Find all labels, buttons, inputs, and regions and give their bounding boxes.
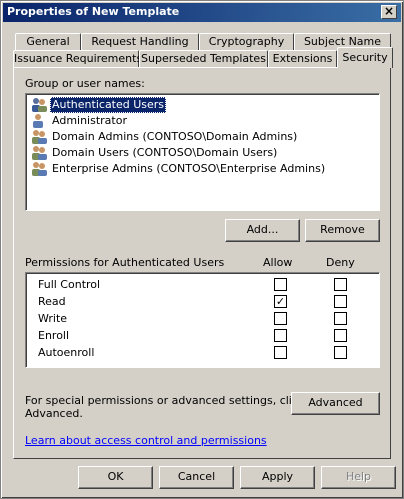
permission-row-full-control: Full Control — [26, 277, 379, 294]
tab-request-handling[interactable]: Request Handling — [81, 33, 199, 51]
list-item-label: Administrator — [52, 114, 127, 127]
advanced-button[interactable]: Advanced — [291, 392, 380, 415]
close-button[interactable]: × — [381, 5, 397, 19]
list-item-label: Enterprise Admins (CONTOSO\Enterprise Ad… — [52, 162, 326, 175]
permission-name: Enroll — [38, 329, 70, 342]
tab-extensions[interactable]: Extensions — [268, 50, 337, 68]
tab-label: Request Handling — [91, 35, 189, 48]
tab-label: General — [26, 35, 70, 48]
list-item[interactable]: Authenticated Users — [30, 97, 377, 113]
permission-row-enroll: Enroll — [26, 328, 379, 345]
allow-header: Allow — [263, 256, 293, 269]
ok-button[interactable]: OK — [78, 466, 153, 489]
allow-autoenroll-checkbox[interactable] — [274, 346, 287, 359]
tab-label: Superseded Templates — [141, 52, 266, 65]
tab-label: Extensions — [272, 52, 333, 65]
tab-cryptography[interactable]: Cryptography — [199, 33, 294, 51]
permission-row-autoenroll: Autoenroll — [26, 345, 379, 362]
tab-superseded-templates[interactable]: Superseded Templates — [139, 50, 268, 68]
tab-issuance-requirements[interactable]: Issuance Requirements — [13, 50, 143, 68]
permissions-list: Full Control Read ✓ Write Enroll Autoenr… — [25, 272, 380, 368]
properties-dialog: Properties of New Template × General Req… — [0, 0, 404, 499]
user-group-icon — [32, 146, 47, 160]
deny-header: Deny — [326, 256, 355, 269]
deny-write-checkbox[interactable] — [334, 312, 347, 325]
help-button[interactable]: Help — [321, 466, 396, 489]
add-button[interactable]: Add... — [225, 219, 300, 242]
tab-label: Security — [342, 51, 388, 64]
user-group-icon — [32, 98, 47, 112]
list-item[interactable]: Domain Admins (CONTOSO\Domain Admins) — [30, 129, 377, 145]
user-group-icon — [32, 162, 47, 176]
list-item-label: Domain Admins (CONTOSO\Domain Admins) — [52, 130, 298, 143]
user-icon — [33, 114, 43, 128]
permissions-label: Permissions for Authenticated Users — [25, 256, 225, 269]
list-item-label: Domain Users (CONTOSO\Domain Users) — [52, 146, 278, 159]
user-group-icon — [32, 130, 47, 144]
groups-label: Group or user names: — [25, 77, 145, 90]
tab-label: Issuance Requirements — [14, 52, 143, 65]
permission-row-write: Write — [26, 311, 379, 328]
allow-full-control-checkbox[interactable] — [274, 278, 287, 291]
permission-name: Read — [38, 295, 66, 308]
window-title: Properties of New Template — [7, 5, 180, 18]
deny-full-control-checkbox[interactable] — [334, 278, 347, 291]
security-tab-panel: Group or user names: Authenticated Users… — [13, 67, 391, 459]
group-user-list[interactable]: Authenticated Users Administrator Domain… — [25, 93, 380, 211]
learn-access-control-link[interactable]: Learn about access control and permissio… — [25, 434, 267, 447]
deny-read-checkbox[interactable] — [334, 295, 347, 308]
allow-write-checkbox[interactable] — [274, 312, 287, 325]
allow-read-checkbox[interactable]: ✓ — [274, 295, 287, 308]
tab-security[interactable]: Security — [337, 47, 393, 68]
cancel-button[interactable]: Cancel — [159, 466, 234, 489]
special-permissions-text-line2: Advanced. — [25, 407, 83, 420]
tab-label: Cryptography — [208, 35, 285, 48]
list-item[interactable]: Administrator — [30, 113, 377, 129]
list-item[interactable]: Enterprise Admins (CONTOSO\Enterprise Ad… — [30, 161, 377, 177]
list-item-label: Authenticated Users — [50, 97, 167, 113]
deny-autoenroll-checkbox[interactable] — [334, 346, 347, 359]
special-permissions-text-line1: For special permissions or advanced sett… — [25, 394, 305, 407]
apply-button[interactable]: Apply — [240, 466, 315, 489]
permission-name: Full Control — [38, 278, 101, 291]
permission-row-read: Read ✓ — [26, 294, 379, 311]
title-bar[interactable]: Properties of New Template × — [3, 3, 401, 22]
permission-name: Write — [38, 312, 68, 325]
list-item[interactable]: Domain Users (CONTOSO\Domain Users) — [30, 145, 377, 161]
deny-enroll-checkbox[interactable] — [334, 329, 347, 342]
tab-general[interactable]: General — [15, 33, 81, 51]
remove-button[interactable]: Remove — [305, 219, 380, 242]
permission-name: Autoenroll — [38, 346, 95, 359]
allow-enroll-checkbox[interactable] — [274, 329, 287, 342]
